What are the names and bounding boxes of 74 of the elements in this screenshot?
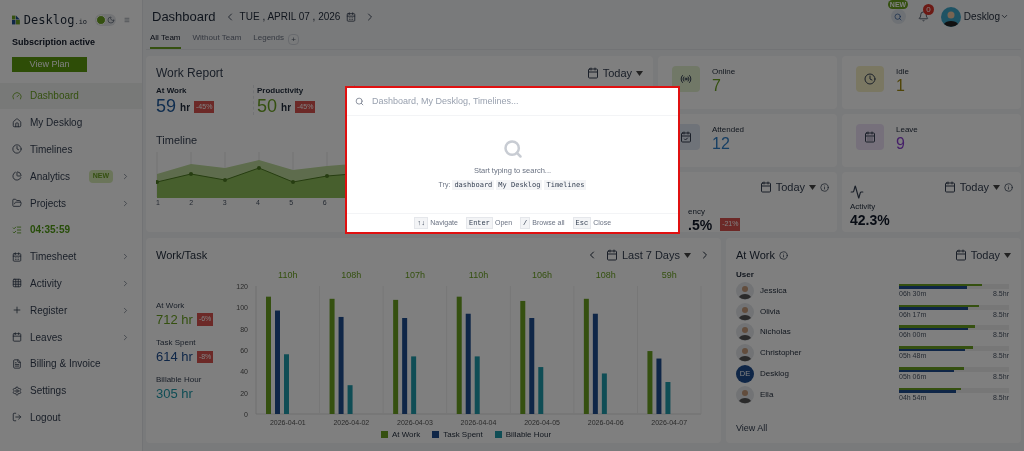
sidebar-item[interactable]: Settings [0,377,142,405]
sidebar-item[interactable]: Dashboard [0,82,142,110]
tab[interactable]: Without Team [192,32,242,49]
metric-unit: hr [180,101,191,115]
card-title: At Work [736,248,775,263]
stat-value: 9 [896,136,906,152]
column-header: User [736,268,755,281]
user-name: Nicholas [760,326,792,339]
user-name: Desklog [760,368,790,381]
sidebar-item[interactable]: My Desklog [0,109,142,137]
value-label: 108h [341,269,362,280]
sidebar-item[interactable]: Leaves [0,323,142,351]
legend-label: Billable Hour [505,428,552,441]
search-field[interactable]: Dashboard, My Desklog, Timelines... [372,94,670,109]
user-name: Jessica [760,284,788,297]
metric-label: Productivity [257,85,305,97]
stat-label: Leave [896,124,918,136]
legend-label: At Work [391,428,421,441]
sidebar-item[interactable]: Projects [0,189,142,217]
view-plan-button[interactable]: View Plan [12,56,87,72]
stat-label: Attended [712,124,745,136]
metric-value: 59 [156,97,177,115]
metric-label: At Work [156,85,188,97]
subscription-status: Subscription active [12,36,97,49]
stat-value: 7 [712,78,722,94]
user-name: Olivia [760,305,781,318]
metric-label: Activity [850,201,877,213]
date-label: TUE , APRIL 07 , 2026 [239,10,341,24]
legend-label: Task Spent [443,428,483,441]
stat-label: At Work [156,299,186,312]
stat-value: 305 hr [156,386,193,403]
sidebar-item[interactable]: Timesheet [0,243,142,271]
value-label: 107h [404,269,425,280]
tab[interactable]: All Team [150,32,181,49]
stat-value: 614 hr [156,348,193,365]
sidebar-item[interactable]: Register [0,296,142,324]
user-menu[interactable]: Desklog [963,9,1009,24]
value-label: 110h [468,269,489,280]
metric-label: ency [688,205,705,218]
stat-value: 1 [896,78,906,94]
metric-value: .5% [688,217,713,232]
page-title: Dashboard [152,7,216,26]
value-label: 108h [595,269,616,280]
sidebar-item[interactable]: Logout [0,404,142,431]
sidebar-item[interactable]: Billing & Invoice [0,350,142,378]
value-label: 110h [278,269,298,280]
stat-value: 12 [712,136,731,152]
metric-unit: hr [281,101,292,115]
period-dropdown[interactable]: Today [954,247,1011,264]
period-dropdown[interactable]: Last 7 Days [605,247,691,264]
period-dropdown[interactable]: Today [759,179,816,196]
value-label: 59h [661,269,677,280]
metric-value: 50 [257,97,278,115]
period-dropdown[interactable]: Today [586,64,643,82]
view-all-link[interactable]: View All [736,421,1011,435]
add-tab-button[interactable]: + [288,34,299,45]
value-label: 106h [532,269,553,280]
stat-label: Task Spent [156,336,197,349]
stat-label: Online [712,66,736,78]
sidebar-item[interactable]: Timelines [0,136,142,163]
period-dropdown[interactable]: Today [943,179,1000,196]
user-name: Christopher [760,347,803,360]
user-name: Ella [760,388,775,401]
timer-item[interactable]: 04:35:59 [0,216,142,244]
stat-value: 712 hr [156,311,193,328]
notification-count: 0 [922,4,934,15]
sidebar-item[interactable]: Activity [0,270,142,297]
tab[interactable]: Legends [253,32,284,49]
card-title: Work/Task [156,248,208,263]
stat-label: Idle [896,66,909,78]
card-title: Work Report [156,65,224,82]
stat-label: Billable Hour [156,374,203,386]
metric-value: 42.3% [850,213,891,227]
section-title: Timeline [156,133,198,148]
